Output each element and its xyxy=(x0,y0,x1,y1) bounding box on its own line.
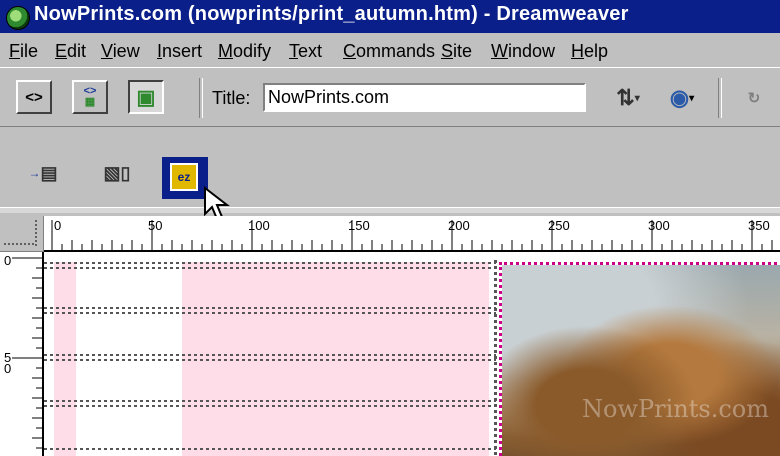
menu-bar: File Edit View Insert Modify Text Comman… xyxy=(0,33,780,67)
insert-table-button[interactable]: → ▤ xyxy=(26,157,60,189)
menu-help[interactable]: Help xyxy=(571,41,608,62)
table-border-dashed xyxy=(44,307,496,309)
ruler-label: 0 xyxy=(54,218,62,233)
menu-edit[interactable]: Edit xyxy=(55,41,86,62)
insert-image-icon: ▧▯ xyxy=(103,162,131,183)
document-toolbar: <> <>▦ ▣ Title: ⇅▾ ◉▾ ↻ xyxy=(0,67,780,127)
ez-object-icon: ez xyxy=(170,163,198,191)
ruler-origin[interactable] xyxy=(0,216,44,252)
document-canvas[interactable]: NowPrints.com xyxy=(44,252,780,456)
table-border-dashed xyxy=(44,405,496,407)
ez-object-button[interactable]: ez xyxy=(162,157,208,199)
refresh-icon: ↻ xyxy=(747,90,761,107)
refresh-button[interactable]: ↻ xyxy=(734,82,774,114)
design-view-icon: ▣ xyxy=(136,86,156,109)
menu-window[interactable]: Window xyxy=(491,41,555,62)
ruler-origin-icon xyxy=(4,220,37,246)
code-design-view-button[interactable]: <> ▦ xyxy=(72,80,108,114)
menu-insert[interactable]: Insert xyxy=(157,41,202,62)
insert-image-button[interactable]: ▧▯ xyxy=(100,157,134,189)
horizontal-ruler[interactable]: 0 50 100 150 200 250 300 350 xyxy=(44,216,780,252)
code-design-view-icon: <> ▦ xyxy=(83,85,97,108)
ruler-label: 50 xyxy=(148,218,163,233)
table-border-dashed xyxy=(44,400,496,402)
image-selection-border xyxy=(499,262,780,456)
ruler-label: 300 xyxy=(648,218,670,233)
title-bar: NowPrints.com (nowprints/print_autumn.ht… xyxy=(0,0,780,33)
table-border-dashed xyxy=(44,312,496,314)
ruler-label: 200 xyxy=(448,218,470,233)
window-title: NowPrints.com (nowprints/print_autumn.ht… xyxy=(34,3,629,25)
ruler-label: 150 xyxy=(348,218,370,233)
objects-bar: → ▤ ▧▯ ez xyxy=(0,127,780,211)
file-management-icon: ⇅ ▾ xyxy=(616,85,640,110)
table-border-dashed xyxy=(44,448,496,450)
title-label: Title: xyxy=(212,88,251,108)
toolbar-separator xyxy=(199,78,203,118)
code-view-icon: <> xyxy=(25,88,43,106)
dreamweaver-app-icon[interactable] xyxy=(6,6,30,30)
ruler-label: 5 0 xyxy=(4,350,12,376)
menu-view[interactable]: View xyxy=(101,41,140,62)
menu-site[interactable]: Site xyxy=(441,41,472,62)
table-border-dashed xyxy=(494,260,497,456)
ruler-label: 350 xyxy=(748,218,770,233)
menu-commands[interactable]: Commands xyxy=(343,41,435,62)
page-title-input[interactable] xyxy=(263,83,586,112)
preview-in-browser-button[interactable]: ◉ ▾ xyxy=(660,82,704,114)
menu-modify[interactable]: Modify xyxy=(218,41,271,62)
ruler-label: 250 xyxy=(548,218,570,233)
insert-table-icon: → ▤ xyxy=(28,162,58,183)
vertical-ruler[interactable]: 0 5 0 xyxy=(0,252,44,456)
table-border-dashed xyxy=(44,267,496,269)
table-border-dashed xyxy=(44,354,496,356)
table-border-dashed xyxy=(44,262,496,264)
preview-in-browser-icon: ◉ ▾ xyxy=(669,85,695,110)
menu-file[interactable]: File xyxy=(9,41,38,62)
code-view-button[interactable]: <> xyxy=(16,80,52,114)
ruler-label: 0 xyxy=(4,253,12,268)
file-management-button[interactable]: ⇅ ▾ xyxy=(606,82,650,114)
ruler-label: 100 xyxy=(248,218,270,233)
toolbar-separator xyxy=(718,78,722,118)
panel-divider xyxy=(0,207,780,213)
table-border-dashed xyxy=(44,359,496,361)
design-view-button[interactable]: ▣ xyxy=(128,80,164,114)
menu-text[interactable]: Text xyxy=(289,41,322,62)
